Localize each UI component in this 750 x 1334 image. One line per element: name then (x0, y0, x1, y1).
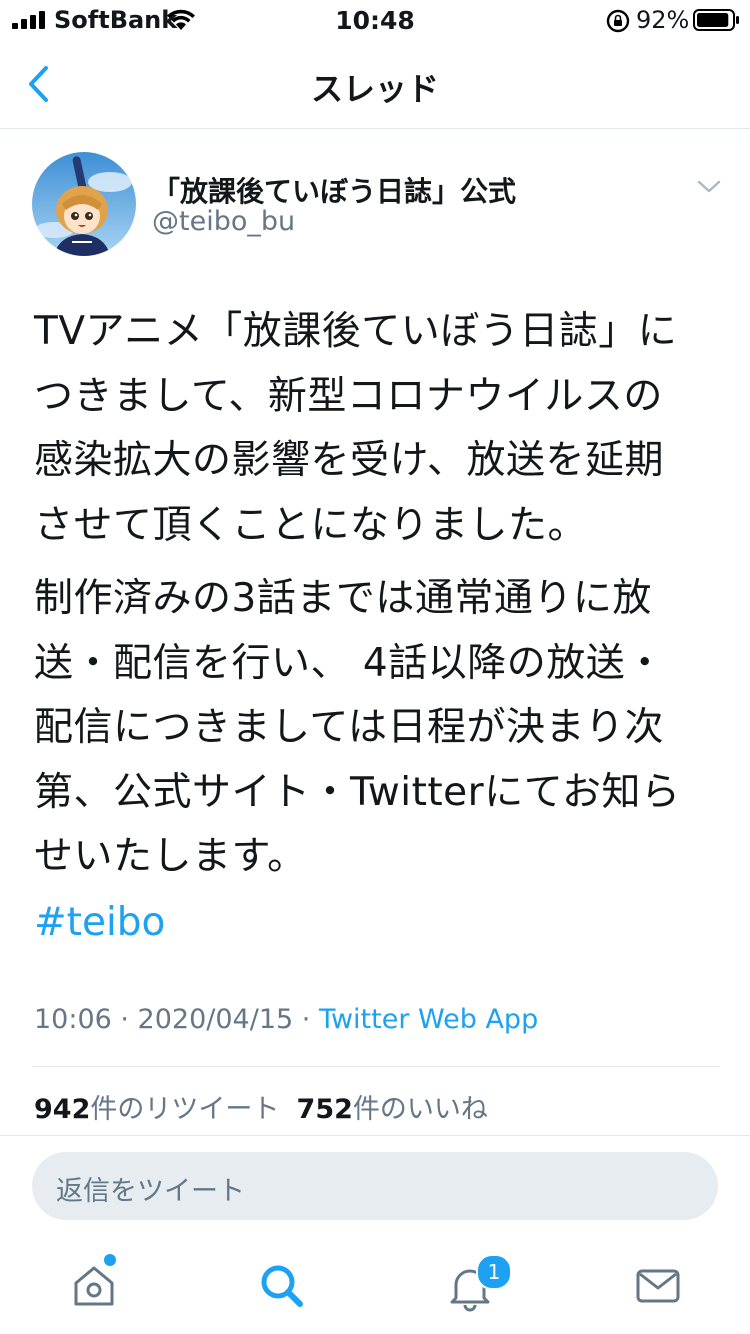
tweet-menu-button[interactable] (694, 174, 724, 198)
tweet-source-link[interactable]: Twitter Web App (319, 1004, 538, 1035)
like-count[interactable]: 752 (297, 1094, 353, 1125)
tweet-line: TVアニメ「放課後ていぼう日誌」に (34, 309, 678, 354)
notification-badge: 1 (476, 1254, 512, 1290)
battery-icon (693, 9, 739, 31)
tweet-line: させて頂くことになりました。 (34, 502, 588, 548)
avatar[interactable] (32, 152, 136, 256)
battery-percent: 92% (636, 6, 690, 34)
tab-home[interactable] (64, 1254, 124, 1316)
tab-notifications[interactable]: 1 (440, 1254, 512, 1316)
retweet-label[interactable]: 件のリツイート (90, 1094, 279, 1125)
divider (32, 1066, 720, 1067)
tweet-meta: 10:06 · 2020/04/15 · Twitter Web App (34, 1004, 538, 1035)
nav-bar: スレッド (0, 40, 750, 129)
tweet-line: 配信につきましては日程が決まり次 (34, 705, 665, 750)
mail-icon (636, 1269, 680, 1303)
retweet-count[interactable]: 942 (34, 1094, 90, 1125)
status-bar: SoftBank 10:48 92% (0, 0, 750, 40)
page-title: スレッド (310, 70, 439, 108)
tab-messages[interactable] (628, 1256, 688, 1316)
search-icon (261, 1265, 303, 1307)
tweet-line: 感染拡大の影響を受け、放送を延期 (34, 438, 665, 483)
tweet-timestamp: 10:06 · 2020/04/15 · (34, 1004, 319, 1035)
divider (0, 1135, 750, 1136)
tab-search[interactable] (252, 1256, 312, 1316)
home-icon (74, 1266, 114, 1306)
tweet-line: せいたします。 (34, 834, 307, 879)
tweet-text: TVアニメ「放課後ていぼう日誌」に つきまして、新型コロナウイルスの 感染拡大の… (34, 300, 724, 890)
new-content-dot (104, 1254, 116, 1266)
reply-placeholder: 返信をツイート (56, 1176, 245, 1207)
rotation-lock-icon (606, 9, 630, 33)
tweet-line: つきまして、新型コロナウイルスの (34, 373, 663, 419)
hashtag-link[interactable]: #teibo (34, 900, 165, 945)
like-label[interactable]: 件のいいね (353, 1094, 488, 1125)
tweet-line: 制作済みの3話までは通常通りに放 (34, 576, 652, 621)
reply-input[interactable]: 返信をツイート (32, 1152, 718, 1220)
caret-down-icon (697, 180, 721, 193)
avatar-image (32, 152, 136, 256)
tweet-stats: 942件のリツイート 752件のいいね (34, 1087, 488, 1126)
tweet-line: 第、公式サイト・Twitterにてお知ら (34, 769, 681, 815)
user-handle[interactable]: @teibo_bu (152, 206, 295, 237)
tweet-line: 送・配信を行い、 4話以降の放送・ (34, 640, 665, 686)
display-name[interactable]: 「放課後ていぼう日誌」公式 (152, 170, 516, 210)
